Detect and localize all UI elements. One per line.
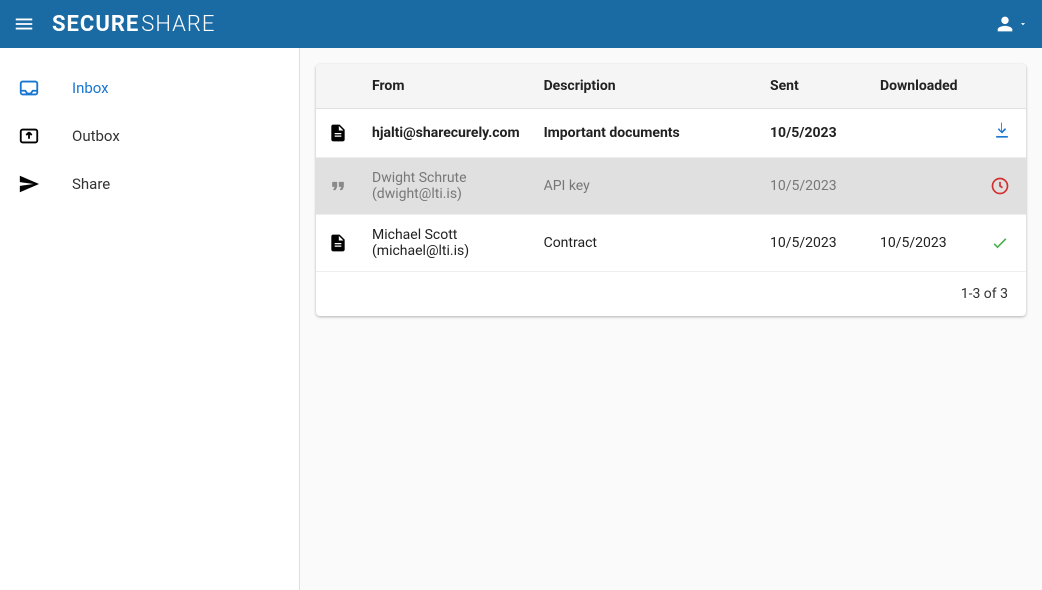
sidebar-item-share[interactable]: Share xyxy=(0,160,299,208)
download-button[interactable] xyxy=(992,121,1012,141)
cell-sent: 10/5/2023 xyxy=(758,215,868,272)
send-icon xyxy=(18,173,72,195)
user-icon xyxy=(994,13,1016,35)
cell-downloaded: 10/5/2023 xyxy=(868,215,978,272)
sidebar-item-inbox[interactable]: Inbox xyxy=(0,64,299,112)
cell-from: hjalti@sharecurely.com xyxy=(360,109,532,158)
download-icon xyxy=(992,121,1012,141)
app-brand: SECURE SHARE xyxy=(52,12,215,37)
sidebar-item-label: Share xyxy=(72,175,110,193)
brand-bold: SECURE xyxy=(52,12,139,37)
inbox-icon xyxy=(18,77,72,99)
col-header-from: From xyxy=(360,64,532,109)
outbox-icon xyxy=(18,125,72,147)
main-content: From Description Sent Downloaded xyxy=(300,48,1042,590)
table-row[interactable]: Michael Scott (michael@lti.is) Contract … xyxy=(316,215,1026,272)
table-row[interactable]: hjalti@sharecurely.com Important documen… xyxy=(316,109,1026,158)
check-icon xyxy=(990,233,1010,253)
col-header-downloaded: Downloaded xyxy=(868,64,978,109)
sidebar: Inbox Outbox Share xyxy=(0,48,300,590)
cell-downloaded xyxy=(868,109,978,158)
cell-from: Michael Scott (michael@lti.is) xyxy=(360,215,532,272)
document-icon xyxy=(328,123,348,143)
app-header: SECURE SHARE xyxy=(0,0,1042,48)
cell-description: API key xyxy=(532,158,758,215)
cell-sent: 10/5/2023 xyxy=(758,109,868,158)
table-pager: 1-3 of 3 xyxy=(316,272,1026,316)
table-row[interactable]: Dwight Schrute (dwight@lti.is) API key 1… xyxy=(316,158,1026,215)
messages-card: From Description Sent Downloaded xyxy=(316,64,1026,316)
cell-from: Dwight Schrute (dwight@lti.is) xyxy=(360,158,532,215)
cell-sent: 10/5/2023 xyxy=(758,158,868,215)
clock-expired-icon xyxy=(990,176,1010,196)
col-header-sent: Sent xyxy=(758,64,868,109)
quote-icon xyxy=(328,176,348,196)
menu-button[interactable] xyxy=(4,4,44,44)
sidebar-item-outbox[interactable]: Outbox xyxy=(0,112,299,160)
user-menu[interactable] xyxy=(988,9,1034,39)
document-icon xyxy=(328,233,348,253)
col-header-description: Description xyxy=(532,64,758,109)
cell-description: Important documents xyxy=(532,109,758,158)
table-header-row: From Description Sent Downloaded xyxy=(316,64,1026,109)
cell-description: Contract xyxy=(532,215,758,272)
messages-table: From Description Sent Downloaded xyxy=(316,64,1026,272)
hamburger-icon xyxy=(13,13,35,35)
sidebar-item-label: Inbox xyxy=(72,79,109,97)
caret-down-icon xyxy=(1018,19,1028,29)
brand-light: SHARE xyxy=(141,12,215,37)
sidebar-item-label: Outbox xyxy=(72,127,120,145)
cell-downloaded xyxy=(868,158,978,215)
